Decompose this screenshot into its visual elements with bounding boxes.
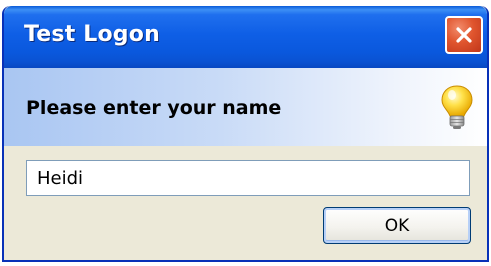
name-input[interactable] — [26, 160, 470, 196]
ok-button[interactable]: OK — [323, 207, 471, 244]
lightbulb-icon — [441, 85, 473, 129]
header-band: Please enter your name — [4, 68, 487, 146]
close-button[interactable] — [445, 16, 483, 54]
title-bar[interactable]: Test Logon — [4, 6, 487, 68]
logon-dialog: Test Logon Please enter your name Heidi … — [2, 6, 489, 262]
window-title: Test Logon — [24, 22, 160, 47]
prompt-label: Please enter your name — [26, 97, 282, 119]
close-icon — [456, 27, 472, 43]
